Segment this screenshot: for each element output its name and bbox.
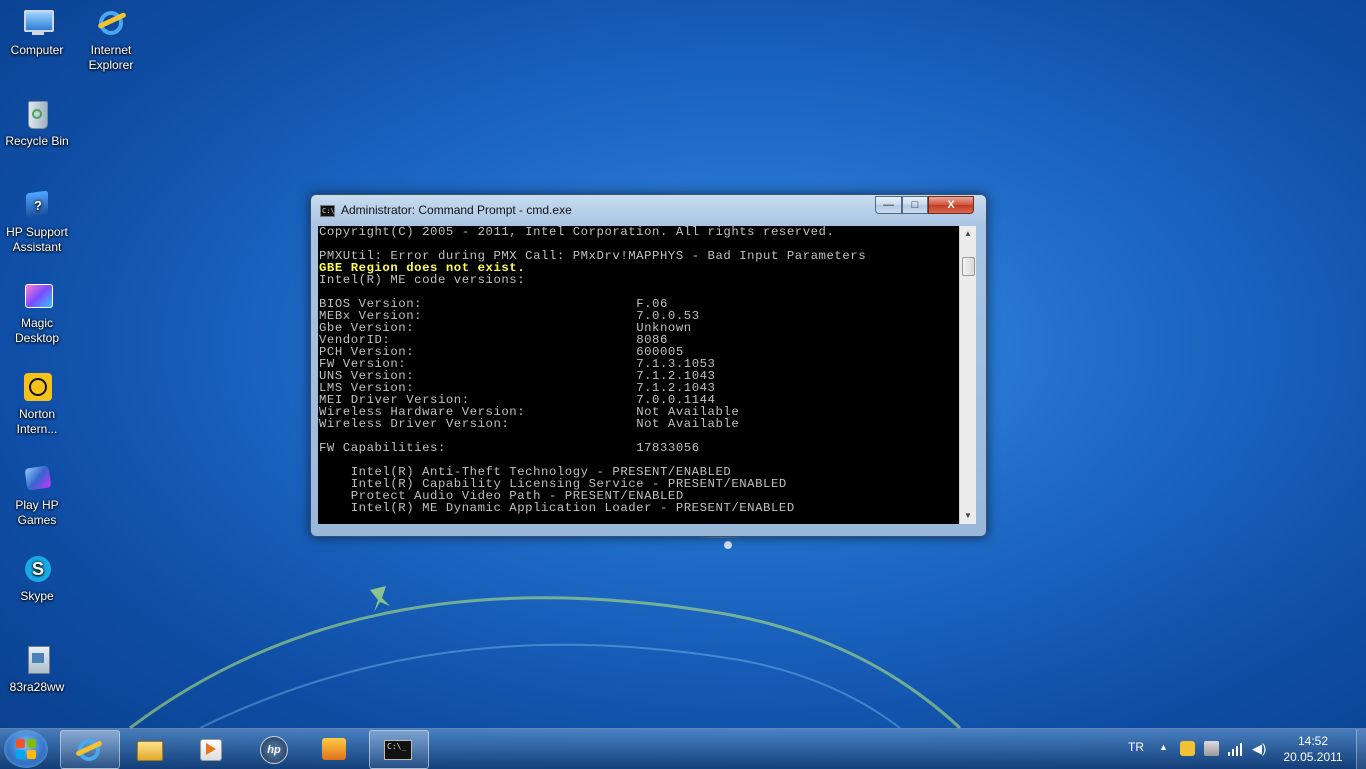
- taskbar-media-player[interactable]: [182, 730, 240, 767]
- tray-app-icon[interactable]: [1180, 741, 1195, 756]
- show-hidden-icons-icon[interactable]: ▲: [1159, 742, 1168, 752]
- taskbar-windows-explorer[interactable]: [121, 730, 179, 767]
- skype-icon: S: [20, 552, 54, 586]
- installer-icon: [20, 643, 54, 677]
- start-button[interactable]: [4, 730, 48, 768]
- taskbar-internet-explorer[interactable]: [60, 730, 120, 769]
- console-line: Copyright(C) 2005 - 2011, Intel Corporat…: [319, 226, 835, 239]
- command-prompt-icon: C:\: [320, 205, 335, 217]
- desktop-icon-label: Skype: [20, 589, 54, 603]
- desktop-icon-play-hp-games[interactable]: Play HP Games: [0, 461, 74, 528]
- console-line: Intel(R) ME code versions:: [319, 273, 526, 287]
- show-desktop-button[interactable]: [1356, 729, 1366, 769]
- capability-line: Intel(R) ME Dynamic Application Loader -…: [350, 501, 795, 515]
- taskbar-command-prompt[interactable]: C:\_: [369, 730, 429, 769]
- desktop-icon-magic-desktop[interactable]: Magic Desktop: [0, 279, 74, 346]
- scroll-up-arrow-icon[interactable]: ▲: [960, 226, 976, 242]
- hp-icon: hp: [259, 735, 288, 764]
- desktop-icon-label: Recycle Bin: [5, 134, 69, 148]
- desktop-icon-label: HP Support Assistant: [6, 225, 68, 254]
- desktop-icon-83ra28ww[interactable]: 83ra28ww: [0, 643, 74, 695]
- fw-capabilities-value: 17833056: [636, 441, 700, 455]
- command-prompt-window[interactable]: C:\ Administrator: Command Prompt - cmd.…: [310, 194, 987, 537]
- hp-support-assistant-icon: ?: [20, 188, 54, 222]
- fw-capabilities-key: FW Capabilities:: [319, 441, 446, 455]
- folder-icon: [135, 735, 163, 763]
- version-key: Wireless Driver Version:: [319, 417, 510, 431]
- taskbar-hp[interactable]: hp: [245, 730, 303, 767]
- maximize-button[interactable]: □: [902, 196, 928, 214]
- computer-icon: [20, 6, 54, 40]
- desktop-icon-norton[interactable]: Norton Intern...: [0, 370, 74, 437]
- media-player-icon: [196, 735, 224, 763]
- internet-explorer-icon: [75, 736, 103, 764]
- desktop-icon-internet-explorer[interactable]: Internet Explorer: [74, 6, 148, 73]
- console-output[interactable]: Copyright(C) 2005 - 2011, Intel Corporat…: [318, 226, 959, 524]
- magic-desktop-icon: [20, 279, 54, 313]
- version-value: Not Available: [636, 417, 740, 431]
- scroll-down-arrow-icon[interactable]: ▼: [960, 508, 976, 524]
- taskbar: hp C:\_ TR ▲: [0, 728, 1366, 769]
- desktop-icon-label: 83ra28ww: [9, 680, 65, 694]
- clock-time: 14:52: [1297, 734, 1329, 748]
- games-icon: [20, 461, 54, 495]
- tray-device-icon[interactable]: [1204, 741, 1219, 756]
- system-clock[interactable]: 14:52 20.05.2011: [1278, 733, 1348, 765]
- close-button[interactable]: X: [928, 196, 974, 214]
- desktop-icon-label: Magic Desktop: [14, 316, 60, 345]
- window-title: Administrator: Command Prompt - cmd.exe: [341, 203, 572, 217]
- desktop-icon-computer[interactable]: Computer: [0, 6, 74, 58]
- clock-date: 20.05.2011: [1283, 750, 1343, 764]
- desktop-icon-label: Internet Explorer: [88, 43, 134, 72]
- console-text: Copyright(C) 2005 - 2011, Intel Corporat…: [318, 226, 959, 514]
- minimize-button[interactable]: —: [875, 196, 902, 214]
- network-icon[interactable]: [1228, 741, 1243, 756]
- desktop-icon-label: Computer: [10, 43, 64, 57]
- norton-icon: [320, 735, 348, 763]
- taskbar-norton[interactable]: [306, 730, 364, 767]
- norton-icon: [20, 370, 54, 404]
- desktop-icon-label: Play HP Games: [15, 498, 59, 527]
- volume-icon[interactable]: ◀): [1252, 741, 1267, 756]
- desktop-icon-label: Norton Intern...: [16, 407, 58, 436]
- command-prompt-icon: C:\_: [384, 736, 412, 764]
- windows-logo-icon: [16, 739, 36, 759]
- language-indicator[interactable]: TR: [1128, 740, 1144, 754]
- desktop-icon-hp-support-assistant[interactable]: ? HP Support Assistant: [0, 188, 74, 255]
- window-titlebar[interactable]: C:\ Administrator: Command Prompt - cmd.…: [311, 195, 986, 225]
- scrollbar-thumb[interactable]: [962, 257, 975, 276]
- vertical-scrollbar[interactable]: ▲ ▼: [959, 226, 976, 524]
- internet-explorer-icon: [94, 6, 128, 40]
- desktop-icon-skype[interactable]: S Skype: [0, 552, 74, 604]
- desktop-icon-recycle-bin[interactable]: Recycle Bin: [0, 97, 74, 149]
- recycle-bin-icon: [20, 97, 54, 131]
